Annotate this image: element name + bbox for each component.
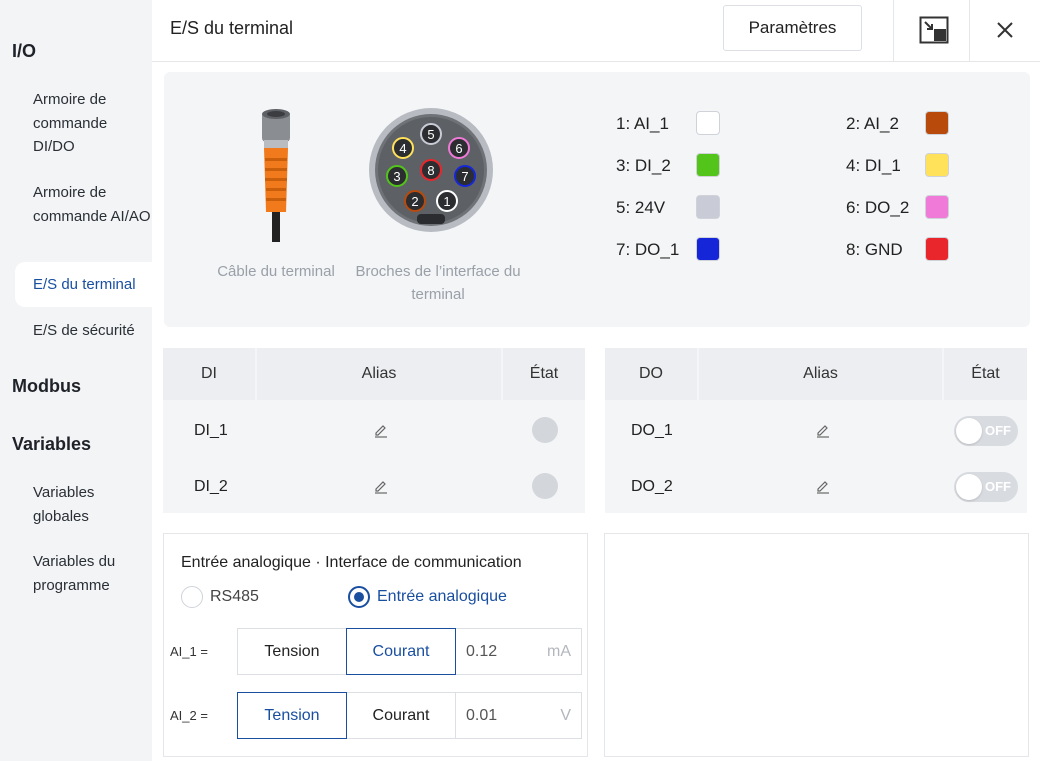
header-divider <box>969 0 970 61</box>
radio-rs485-label[interactable]: RS485 <box>210 588 259 606</box>
pin-label-8: 8: GND <box>846 240 903 259</box>
edit-icon[interactable] <box>815 422 831 438</box>
main-content: 5 4 6 8 3 7 2 1 Câble du terminal Broche… <box>152 62 1040 761</box>
radio-analog-input[interactable] <box>348 586 370 608</box>
toggle-knob <box>956 418 982 444</box>
terminal-cable-image <box>262 109 290 242</box>
pin-color-swatch-6 <box>925 195 949 219</box>
edit-icon[interactable] <box>373 422 389 438</box>
di-name: DI_2 <box>194 478 228 495</box>
header-divider <box>893 0 894 61</box>
connector-pin-3: 3 <box>393 169 400 184</box>
connector-pinout-diagram: 5 4 6 8 3 7 2 1 <box>369 108 493 232</box>
radio-rs485[interactable] <box>181 586 203 608</box>
toggle-knob <box>956 474 982 500</box>
empty-panel <box>604 533 1029 757</box>
pin-label-6: 6: DO_2 <box>846 198 910 217</box>
ai2-label: AI_2 = <box>170 708 208 723</box>
pin-color-swatch-8 <box>925 237 949 261</box>
ai2-voltage-option[interactable]: Tension <box>237 692 347 739</box>
analog-panel-title: Entrée analogique · Interface de communi… <box>181 554 522 571</box>
sidebar-section-io[interactable]: I/O <box>12 41 36 62</box>
di-name: DI_1 <box>194 422 228 439</box>
settings-button[interactable]: Paramètres <box>723 5 862 51</box>
do-table: DO Alias État DO_1 OFF DO_2 OFF <box>605 348 1027 513</box>
pin-color-swatch-3 <box>696 153 720 177</box>
toggle-label: OFF <box>985 423 1011 438</box>
analog-input-panel: Entrée analogique · Interface de communi… <box>163 533 588 757</box>
connector-pin-4: 4 <box>399 141 406 156</box>
toggle-label: OFF <box>985 479 1011 494</box>
sidebar-item-terminal-io[interactable]: E/S du terminal <box>33 273 151 297</box>
do-name: DO_1 <box>631 422 673 439</box>
pin-color-swatch-7 <box>696 237 720 261</box>
edit-icon[interactable] <box>373 478 389 494</box>
edit-icon[interactable] <box>815 478 831 494</box>
sidebar-section-modbus[interactable]: Modbus <box>12 376 81 397</box>
connector-pin-8: 8 <box>427 163 434 178</box>
di-header-state: État <box>503 348 585 400</box>
ai2-value-field: 0.01 V <box>455 692 582 739</box>
pin-label-2: 2: AI_2 <box>846 114 899 133</box>
sidebar-section-variables[interactable]: Variables <box>12 434 91 455</box>
ai2-value: 0.01 <box>466 707 498 724</box>
connector-pin-5: 5 <box>427 127 434 142</box>
di-table: DI Alias État DI_1 DI_2 <box>163 348 585 513</box>
page-title: E/S du terminal <box>170 18 294 38</box>
pin-label-4: 4: DI_1 <box>846 156 901 175</box>
pin-label-1: 1: AI_1 <box>616 114 669 133</box>
di-state-indicator <box>532 417 558 443</box>
ai1-value-field: 0.12 mA <box>455 628 582 675</box>
pin-color-swatch-2 <box>925 111 949 135</box>
do-header-state: État <box>944 348 1027 400</box>
connector-pin-1: 1 <box>443 194 450 209</box>
ai1-voltage-option[interactable]: Tension <box>237 628 347 675</box>
radio-analog-input-label[interactable]: Entrée analogique <box>377 588 507 606</box>
sidebar-item-program-variables[interactable]: Variables du programme <box>33 550 151 597</box>
pin-color-swatch-1 <box>696 111 720 135</box>
connector-pin-2: 2 <box>411 194 418 209</box>
cable-caption: Câble du terminal <box>217 263 335 280</box>
ai2-current-option[interactable]: Courant <box>346 692 456 739</box>
pin-label-7: 7: DO_1 <box>616 240 680 259</box>
pin-color-swatch-4 <box>925 153 949 177</box>
sidebar-item-safety-io[interactable]: E/S de sécurité <box>33 319 151 343</box>
sidebar-item-cabinet-aiao[interactable]: Armoire de commande AI/AO <box>33 181 151 228</box>
sidebar: I/O Armoire de commande DI/DO Armoire de… <box>0 0 152 761</box>
ai1-current-option[interactable]: Courant <box>346 628 456 675</box>
do-toggle-switch[interactable]: OFF <box>954 472 1018 502</box>
close-icon[interactable] <box>987 12 1023 48</box>
pins-caption: Broches de l’interface du terminal <box>355 263 521 303</box>
exit-fullscreen-icon[interactable] <box>916 12 952 48</box>
connector-pin-6: 6 <box>455 141 462 156</box>
ai1-label: AI_1 = <box>170 644 208 659</box>
do-header-alias: Alias <box>699 348 942 400</box>
header-bar: E/S du terminal Paramètres <box>152 0 1040 62</box>
di-header-alias: Alias <box>257 348 501 400</box>
app-window: I/O Armoire de commande DI/DO Armoire de… <box>0 0 1040 761</box>
do-toggle-switch[interactable]: OFF <box>954 416 1018 446</box>
di-state-indicator <box>532 473 558 499</box>
pinout-panel: 5 4 6 8 3 7 2 1 Câble du terminal Broche… <box>164 72 1030 327</box>
connector-pin-7: 7 <box>461 169 468 184</box>
ai2-unit: V <box>560 707 571 724</box>
ai1-unit: mA <box>547 643 571 660</box>
do-name: DO_2 <box>631 478 673 495</box>
do-header-name: DO <box>605 348 697 400</box>
sidebar-item-global-variables[interactable]: Variables globales <box>33 481 151 528</box>
pin-label-3: 3: DI_2 <box>616 156 671 175</box>
pin-color-swatch-5 <box>696 195 720 219</box>
sidebar-item-cabinet-dido[interactable]: Armoire de commande DI/DO <box>33 88 151 159</box>
ai1-value: 0.12 <box>466 643 498 660</box>
di-header-name: DI <box>163 348 255 400</box>
pin-label-5: 5: 24V <box>616 198 666 217</box>
